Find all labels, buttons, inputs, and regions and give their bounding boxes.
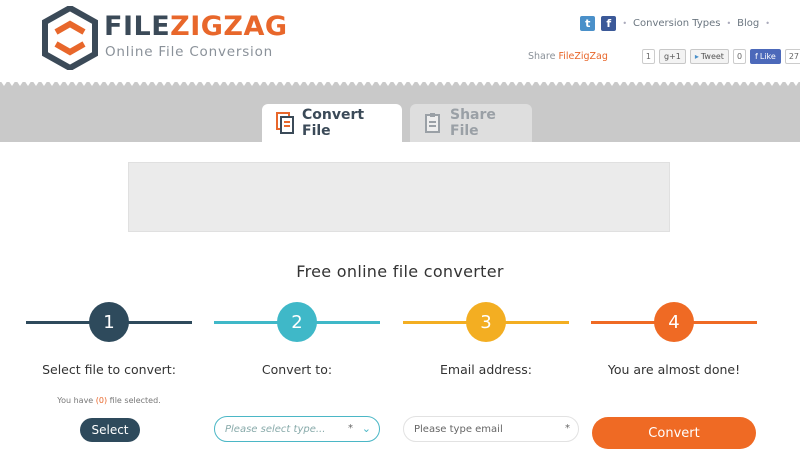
like-label: Like <box>759 51 776 61</box>
convert-button[interactable]: Convert <box>592 417 756 449</box>
twitter-icon[interactable]: t <box>580 15 596 31</box>
step-4-label: You are almost done! <box>607 362 741 377</box>
brand-tagline: Online File Conversion <box>105 44 274 60</box>
share-bar: Share FileZigZag 1 g+1 ▸ Tweet 0 f Like 27 <box>528 47 800 65</box>
nav-link-blog[interactable]: Blog <box>737 18 759 29</box>
step-2-label: Convert to: <box>261 362 333 377</box>
nav-separator: • <box>622 18 628 28</box>
file-count-prefix: You have <box>57 396 96 405</box>
brand-name: FILEZIGZAG <box>104 12 288 42</box>
nav-link-conversion-types[interactable]: Conversion Types <box>633 18 720 29</box>
chevron-down-icon: ⌄ <box>361 422 371 435</box>
select-file-button[interactable]: Select <box>80 418 140 442</box>
file-count-value: (0) <box>95 396 108 405</box>
step-1-label: Select file to convert: <box>42 362 176 377</box>
tab-share-file-label: Share File <box>450 107 496 139</box>
required-mark: * <box>348 423 353 434</box>
share-file-icon <box>424 112 442 134</box>
top-nav: t f • Conversion Types • Blog • <box>580 14 770 32</box>
tweet-button[interactable]: ▸ Tweet <box>689 48 729 64</box>
email-input[interactable] <box>404 417 578 442</box>
like-count: 27 <box>784 48 800 64</box>
email-field-wrapper: * <box>403 416 579 442</box>
convert-file-icon <box>276 112 294 134</box>
brand-name-part1: FILE <box>104 11 171 42</box>
facebook-like-icon: f <box>755 51 758 61</box>
step-1-number: 1 <box>89 302 129 342</box>
site-header: FILEZIGZAG Online File Conversion t f • … <box>0 0 800 82</box>
tweet-label: Tweet <box>700 51 724 61</box>
gplus-button[interactable]: g+1 <box>658 48 686 64</box>
tab-bar: Convert File Share File <box>262 104 532 142</box>
logo-hexagon-icon <box>42 6 98 70</box>
share-prefix: Share <box>528 50 559 62</box>
step-3-number: 3 <box>466 302 506 342</box>
brand-name-part2: ZIGZAG <box>170 11 288 42</box>
nav-separator: • <box>765 18 770 28</box>
file-count-suffix: file selected. <box>107 396 161 405</box>
file-count-note: You have (0) file selected. <box>26 396 192 405</box>
like-button[interactable]: f Like <box>750 48 781 64</box>
required-mark: * <box>565 423 570 434</box>
nav-separator: • <box>726 18 732 28</box>
gplus-count: 1 <box>641 48 655 64</box>
tweet-count: 0 <box>732 48 747 64</box>
share-label: Share FileZigZag <box>528 51 608 62</box>
tab-share-file[interactable]: Share File <box>410 104 532 142</box>
tweet-bird-icon: ▸ <box>694 51 699 61</box>
zigzag-divider <box>0 80 800 90</box>
convert-type-placeholder: Please select type... <box>225 423 326 435</box>
tab-convert-file[interactable]: Convert File <box>262 104 402 142</box>
ad-placeholder <box>128 162 670 232</box>
step-3-label: Email address: <box>440 362 532 377</box>
convert-type-select[interactable]: Please select type... * ⌄ <box>214 416 380 442</box>
step-2-number: 2 <box>277 302 317 342</box>
facebook-icon[interactable]: f <box>601 15 617 31</box>
site-logo[interactable]: FILEZIGZAG Online File Conversion <box>42 6 302 72</box>
share-brand: FileZigZag <box>558 50 608 62</box>
page-title: Free online file converter <box>296 262 504 281</box>
tab-convert-file-label: Convert File <box>302 107 365 139</box>
step-4-number: 4 <box>654 302 694 342</box>
